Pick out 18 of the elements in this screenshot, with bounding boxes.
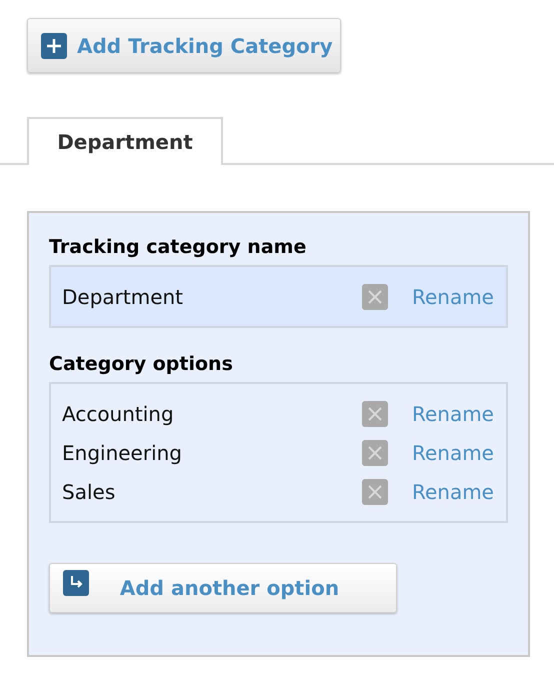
rename-link[interactable]: Rename bbox=[412, 438, 494, 468]
row-label: Engineering bbox=[62, 440, 183, 466]
row-label: Department bbox=[62, 284, 184, 310]
row-label: Accounting bbox=[62, 400, 175, 428]
section-heading: Tracking category name bbox=[49, 235, 308, 260]
delete-icon[interactable] bbox=[362, 440, 388, 466]
row-label: Sales bbox=[62, 478, 116, 506]
section-heading: Category options bbox=[49, 352, 234, 377]
delete-icon[interactable] bbox=[362, 478, 388, 504]
rename-link[interactable]: Rename bbox=[412, 398, 494, 428]
add-category-button[interactable]: Add Tracking Category bbox=[27, 18, 341, 73]
rename-link[interactable]: Rename bbox=[412, 476, 494, 506]
tab[interactable]: Department bbox=[27, 117, 223, 165]
delete-icon[interactable] bbox=[362, 400, 388, 426]
rename-link[interactable]: Rename bbox=[412, 282, 494, 312]
delete-icon[interactable] bbox=[362, 284, 388, 310]
add-option-button[interactable]: Add another option bbox=[49, 563, 397, 613]
plus-icon bbox=[41, 32, 67, 58]
